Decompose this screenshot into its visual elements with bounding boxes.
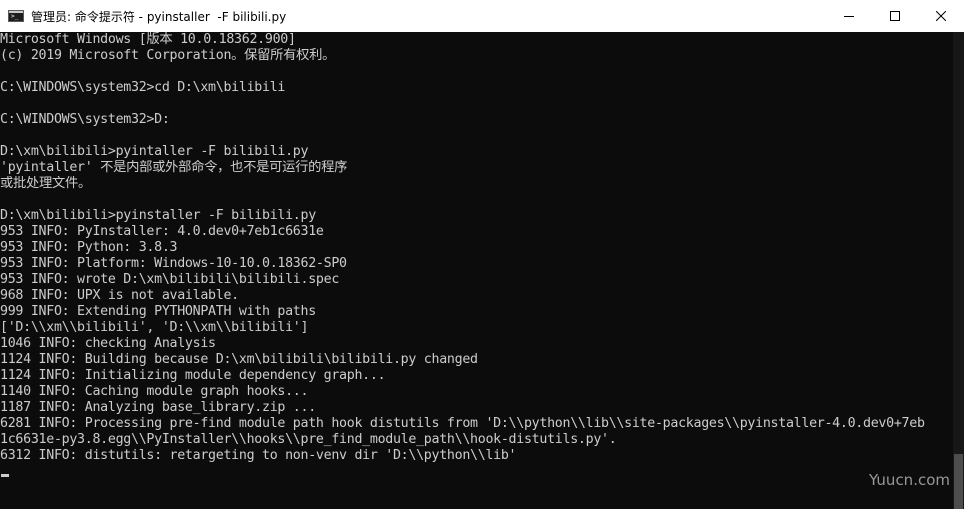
close-icon (936, 11, 946, 21)
console-line: 1124 INFO: Building because D:\xm\bilibi… (0, 352, 478, 367)
command-prompt-window: >_ 管理员: 命令提示符 - pyinstaller -F bilibili.… (0, 0, 964, 509)
command-prompt-icon[interactable]: >_ (8, 10, 24, 22)
console-line: 953 INFO: Python: 3.8.3 (0, 240, 178, 255)
console-line: 1124 INFO: Initializing module dependenc… (0, 368, 386, 383)
console-line: 1046 INFO: checking Analysis (0, 336, 216, 351)
console-line: 953 INFO: Platform: Windows-10-10.0.1836… (0, 256, 347, 271)
console-line: 1187 INFO: Analyzing base_library.zip ..… (0, 400, 316, 415)
console-line: 1140 INFO: Caching module graph hooks... (0, 384, 309, 399)
console-line: D:\xm\bilibili>pyinstaller -F bilibili.p… (0, 208, 316, 223)
console-line: 953 INFO: PyInstaller: 4.0.dev0+7eb1c663… (0, 224, 324, 239)
console-line: 或批处理文件。 (0, 176, 91, 191)
console-line: Microsoft Windows [版本 10.0.18362.900] (0, 32, 296, 47)
console-line: C:\WINDOWS\system32>D: (0, 112, 170, 127)
console-line: 953 INFO: wrote D:\xm\bilibili\bilibili.… (0, 272, 340, 287)
vertical-scrollbar[interactable] (953, 32, 964, 509)
minimize-icon (844, 16, 854, 17)
console-line: D:\xm\bilibili>pyintaller -F bilibili.py (0, 144, 309, 159)
title-bar[interactable]: >_ 管理员: 命令提示符 - pyinstaller -F bilibili.… (0, 0, 964, 32)
console-line: ['D:\\xm\\bilibili', 'D:\\xm\\bilibili'] (0, 320, 309, 335)
app-icon-prompt: >_ (11, 13, 19, 20)
console-line: 968 INFO: UPX is not available. (0, 288, 239, 303)
console-line: 1c6631e-py3.8.egg\\PyInstaller\\hooks\\p… (0, 432, 617, 447)
console-output[interactable]: Microsoft Windows [版本 10.0.18362.900] (c… (0, 32, 953, 509)
console-line: 6281 INFO: Processing pre-find module pa… (0, 416, 925, 431)
console-line: 999 INFO: Extending PYTHONPATH with path… (0, 304, 316, 319)
maximize-icon (890, 11, 900, 21)
text-cursor (1, 474, 9, 477)
console-line: (c) 2019 Microsoft Corporation。保留所有权利。 (0, 48, 336, 63)
console-line: C:\WINDOWS\system32>cd D:\xm\bilibili (0, 80, 286, 95)
watermark: Yuucn.com (868, 471, 950, 489)
scrollbar-thumb[interactable] (954, 454, 963, 509)
window-controls (826, 0, 964, 32)
console-line: 'pyintaller' 不是内部或外部命令，也不是可运行的程序 (0, 160, 348, 175)
window-title: 管理员: 命令提示符 - pyinstaller -F bilibili.py (31, 9, 287, 24)
close-button[interactable] (918, 0, 964, 32)
console-line: 6312 INFO: distutils: retargeting to non… (0, 448, 517, 463)
minimize-button[interactable] (826, 0, 872, 32)
maximize-button[interactable] (872, 0, 918, 32)
